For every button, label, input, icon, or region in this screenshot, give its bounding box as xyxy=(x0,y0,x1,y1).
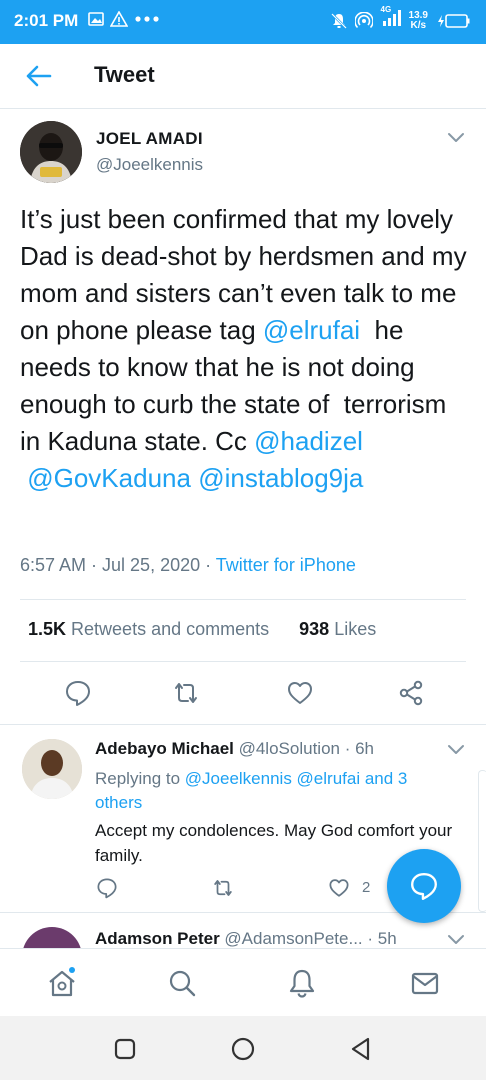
mention-link[interactable]: @hadizel xyxy=(254,426,363,456)
like-count: 2 xyxy=(362,879,371,896)
gallery-icon xyxy=(88,12,104,26)
bottom-nav xyxy=(0,948,486,1017)
comment-icon xyxy=(411,873,437,901)
share-icon[interactable] xyxy=(397,679,425,707)
like-heart-icon[interactable] xyxy=(328,877,350,899)
tweet-text: It’s just been confirmed that my lovely … xyxy=(20,204,474,493)
back-arrow-icon[interactable] xyxy=(24,62,54,90)
network-speed: 13.9 K/s xyxy=(408,9,428,31)
warning-icon xyxy=(110,11,128,27)
system-nav-bar xyxy=(0,1016,486,1080)
notifications-bell-icon[interactable] xyxy=(286,967,318,999)
replying-to: Replying to @Joeelkennis @elrufai and 3 … xyxy=(95,769,408,812)
retweets-stat[interactable]: 1.5K Retweets and comments xyxy=(28,619,269,639)
chevron-down-icon[interactable] xyxy=(447,132,465,144)
avatar[interactable] xyxy=(20,121,82,183)
like-heart-icon[interactable] xyxy=(286,679,314,707)
reply-author[interactable]: Adebayo Michael @4loSolution · 6h xyxy=(95,739,374,759)
reply-author[interactable]: Adamson Peter @AdamsonPete... · 5h xyxy=(95,929,397,949)
tweet-actions xyxy=(0,679,486,709)
tweet-stats: 1.5K Retweets and comments 938 Likes xyxy=(28,619,376,640)
divider xyxy=(20,661,466,662)
tweet-meta: 6:57 AM · Jul 25, 2020 · Twitter for iPh… xyxy=(20,555,356,576)
network-type: 4G xyxy=(380,5,392,14)
mention-link[interactable]: @elrufai xyxy=(263,315,360,345)
hotspot-icon xyxy=(354,11,373,28)
home-icon[interactable] xyxy=(46,967,78,999)
author-handle[interactable]: @Joeelkennis xyxy=(96,155,203,175)
chevron-down-icon[interactable] xyxy=(447,934,465,946)
more-dots-icon xyxy=(135,16,159,22)
chevron-down-icon[interactable] xyxy=(447,744,465,756)
retweet-icon[interactable] xyxy=(172,679,200,707)
search-icon[interactable] xyxy=(166,967,198,999)
avatar[interactable] xyxy=(22,927,82,949)
messages-envelope-icon[interactable] xyxy=(409,967,441,999)
mention-link[interactable]: @GovKaduna xyxy=(27,463,191,493)
avatar[interactable] xyxy=(22,739,82,799)
divider xyxy=(20,599,466,600)
mute-icon xyxy=(330,12,347,29)
tweet-timestamp: 6:57 AM · Jul 25, 2020 · xyxy=(20,555,216,575)
mention-link[interactable]: @instablog9ja xyxy=(198,463,363,493)
tweet-source-link[interactable]: Twitter for iPhone xyxy=(216,555,356,575)
status-bar: 2:01 PM 4G 13.9 K/s xyxy=(0,0,486,44)
home-circle-icon[interactable] xyxy=(230,1036,256,1062)
app-bar: Tweet xyxy=(0,44,486,109)
compose-reply-button[interactable] xyxy=(387,849,461,923)
comment-icon[interactable] xyxy=(96,877,118,899)
status-time: 2:01 PM xyxy=(14,11,79,30)
back-triangle-icon[interactable] xyxy=(348,1036,374,1062)
page-title: Tweet xyxy=(94,62,155,87)
avatar-photo-icon xyxy=(22,739,82,799)
comment-icon[interactable] xyxy=(64,679,92,707)
retweet-icon[interactable] xyxy=(212,877,234,899)
likes-stat[interactable]: 938 Likes xyxy=(299,619,376,639)
recent-apps-square-icon[interactable] xyxy=(112,1036,138,1062)
author-name[interactable]: JOEL AMADI xyxy=(96,129,203,149)
battery-icon xyxy=(438,13,470,28)
scrollbar[interactable] xyxy=(478,770,486,912)
avatar-photo-icon xyxy=(20,121,82,183)
